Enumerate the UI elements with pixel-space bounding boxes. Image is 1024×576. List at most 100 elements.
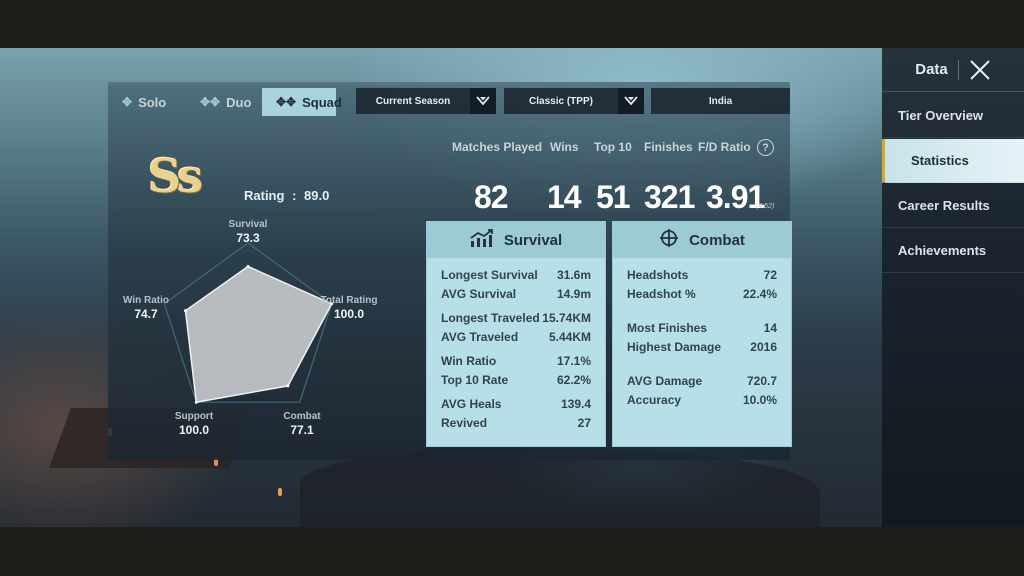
radar-axis-name: Support [174,411,214,422]
tier-badge: Ss [148,149,203,203]
game-mode-dropdown[interactable]: Classic (TPP) [504,88,644,114]
stat-row: Top 10 Rate 62.2% [441,371,591,390]
close-icon[interactable] [969,59,991,81]
stat-value: 2016 [750,340,777,354]
tab-label: Duo [226,94,252,110]
season-dropdown[interactable]: Current Season [356,88,496,114]
tab-label: Solo [138,94,167,110]
data-sidebar: Data Tier Overview Statistics Career Res… [882,48,1024,527]
stat-label: Longest Traveled [441,311,540,325]
stat-value: 15.74KM [542,311,591,325]
sidebar-item-tier-overview[interactable]: Tier Overview [882,94,1024,138]
value-finishes: 321 [644,179,695,215]
stat-label: Highest Damage [627,340,722,354]
chevron-down-icon [618,88,644,114]
value-top10: 51 [596,179,631,215]
radar-point [246,264,250,268]
stat-value: 14.9m [556,287,591,301]
stat-row: Revived 27 [441,414,591,433]
combat-card-header: Combat [613,222,791,258]
question-circle-icon[interactable]: ? [757,139,774,156]
solo-player-icon: ✥ [122,95,133,109]
radar-axis-name: Combat [283,411,321,422]
header-finishes: Finishes [644,140,693,154]
chevron-down-icon [470,88,496,114]
bar-chart-trend-icon [470,229,494,251]
stat-row: AVG Heals 139.4 [441,395,591,414]
stat-row: Headshot % 22.4% [627,285,777,304]
game-mode-value: Classic (TPP) [529,95,593,107]
stat-row: Win Ratio 17.1% [441,352,591,371]
survival-card-body: Longest Survival 31.6m AVG Survival 14.9m Lo… [427,258,605,433]
stat-row: Longest Survival 31.6m [441,266,591,285]
survival-card-title: Survival [503,231,563,249]
stat-value: 720.7 [746,374,777,388]
stat-value: 14 [763,321,777,335]
radar-label-total-rating: Total Rating 100.0 [314,295,384,322]
stat-row: Highest Damage 2016 [627,338,777,357]
header-wins: Wins [550,140,579,154]
sidebar-header: Data [882,48,1024,92]
sidebar-title: Data [915,61,948,78]
value-fd-ratio: 3.91 [706,179,765,215]
radar-axis-value: 77.1 [290,423,314,437]
radar-label-support: Support 100.0 [164,411,224,438]
tab-solo[interactable]: ✥ Solo [108,88,186,116]
stat-label: Accuracy [627,393,682,407]
stat-value: 31.6m [556,268,591,282]
sidebar-item-statistics[interactable]: Statistics [882,139,1024,183]
region-value: India [708,95,733,107]
background-ember [278,488,282,496]
duo-players-icon: ✥✥ [200,95,221,109]
header-matches-played: Matches Played [452,140,543,154]
stat-row: Longest Traveled 15.74KM [441,309,591,328]
combat-card: Combat Headshots 72 Headshot % 22.4% Most Fi… [612,221,792,447]
season-value: Current Season [375,95,451,107]
tab-duo[interactable]: ✥✥ Duo [186,88,262,116]
stat-value: 17.1% [556,354,591,368]
sidebar-item-label: Statistics [911,153,969,168]
header-fd-ratio: F/D Ratio [698,140,751,154]
header-divider [957,59,959,80]
sidebar-item-career-results[interactable]: Career Results [882,184,1024,228]
rating-display: Rating : 89.0 [244,188,333,203]
stat-label: Win Ratio [441,354,497,368]
radar-point [194,400,198,404]
stat-value: 10.0% [742,393,777,407]
region-selector[interactable]: India [651,88,790,114]
sidebar-item-label: Achievements [898,243,987,258]
radar-chart: Survival 73.3 Total Rating 100.0 Combat … [108,213,408,453]
sidebar-item-label: Career Results [898,198,990,213]
tab-squad[interactable]: ✥✥ Squad [262,88,342,116]
sidebar-item-achievements[interactable]: Achievements [882,229,1024,273]
stat-label: Top 10 Rate [441,373,509,387]
statistics-panel: ✥ Solo ✥✥ Duo ✥✥ Squad Current Season Cl… [108,82,792,460]
stat-value: 22.4% [742,287,777,301]
stat-row: Accuracy 10.0% [627,391,777,410]
stat-label: Headshot % [627,287,696,301]
radar-axis-name: Total Rating [320,295,378,306]
stat-group: Most Finishes 14 Highest Damage 2016 [627,319,777,357]
stat-label: AVG Traveled [441,330,519,344]
survival-card-header: Survival [427,222,605,258]
stat-row: Headshots 72 [627,266,777,285]
value-matches-played: 82 [474,179,509,215]
stat-label: Most Finishes [627,321,708,335]
letterbox-top [0,0,1024,48]
stat-value: 139.4 [560,397,591,411]
value-wins: 14 [547,179,582,215]
rating-label: Rating [244,188,285,203]
radar-axis-value: 100.0 [333,307,365,321]
radar-axis-value: 74.7 [134,307,158,321]
stat-group: Win Ratio 17.1% Top 10 Rate 62.2% [441,352,591,390]
stat-value: 5.44KM [548,330,591,344]
stat-label: AVG Heals [441,397,502,411]
stat-row: Most Finishes 14 [627,319,777,338]
stat-value: 27 [577,416,591,430]
combat-card-title: Combat [689,231,745,249]
fd-ratio-secondary: (4.52) [756,203,775,210]
stat-label: AVG Survival [441,287,517,301]
radar-label-win-ratio: Win Ratio 74.7 [116,295,176,322]
radar-value-shape [184,265,333,404]
rating-separator: : [292,188,297,203]
